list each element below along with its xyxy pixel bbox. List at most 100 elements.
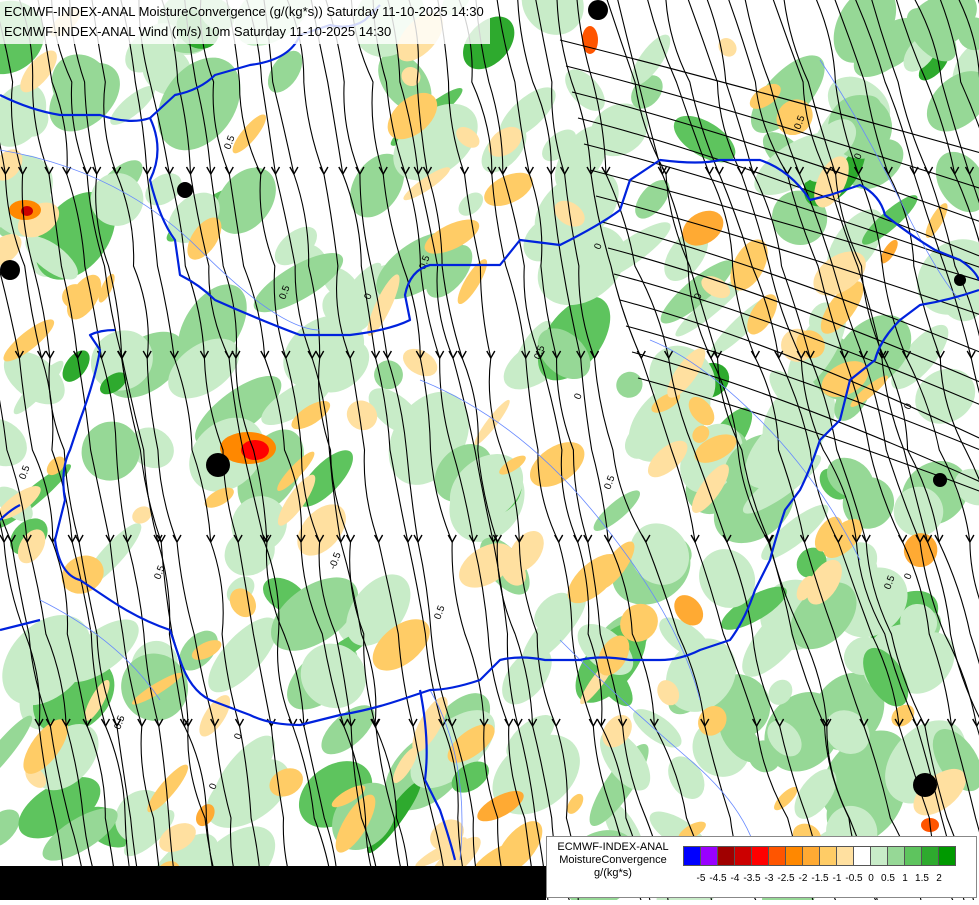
convergence-cell bbox=[925, 142, 979, 221]
streamline-arrow bbox=[225, 167, 233, 174]
legend-swatch bbox=[921, 846, 939, 866]
streamline-arrow bbox=[173, 535, 181, 542]
convergence-field-layer bbox=[0, 0, 979, 900]
legend-swatch bbox=[938, 846, 956, 866]
title-moisture-convergence: ECMWF-INDEX-ANAL MoistureConvergence (g/… bbox=[4, 2, 484, 22]
legend-tick: 1.5 bbox=[915, 873, 929, 884]
streamline-arrow bbox=[862, 535, 870, 542]
bottom-black-bar bbox=[0, 866, 546, 900]
streamline-arrow bbox=[337, 535, 345, 542]
legend-tick: -5 bbox=[697, 873, 706, 884]
divergence-cell bbox=[228, 110, 271, 157]
streamline-arrow bbox=[705, 167, 713, 174]
legend-swatch bbox=[836, 846, 854, 866]
streamline-arrow bbox=[409, 719, 417, 726]
legend-swatch bbox=[717, 846, 735, 866]
streamline-arrow bbox=[715, 167, 723, 174]
streamline-arrow bbox=[913, 719, 921, 726]
legend-tick: 1 bbox=[902, 873, 908, 884]
legend-swatch bbox=[802, 846, 820, 866]
contour-label: 0.5 bbox=[432, 604, 447, 621]
legend-tick: -1.5 bbox=[811, 873, 828, 884]
streamline-arrow bbox=[138, 719, 146, 726]
contour-label: 0.5 bbox=[112, 714, 127, 731]
legend-tick: -3.5 bbox=[743, 873, 760, 884]
convergence-cell bbox=[589, 485, 645, 536]
streamline-arrow bbox=[487, 351, 495, 358]
title-wind: ECMWF-INDEX-ANAL Wind (m/s) 10m Saturday… bbox=[4, 22, 484, 42]
legend-parameter-name: MoistureConvergence bbox=[549, 854, 677, 867]
convergence-cell bbox=[611, 367, 648, 403]
legend-tick-labels: -5-4.5-4-3.5-3-2.5-2-1.5-1-0.500.511.52 bbox=[683, 873, 979, 887]
streamline-arrow bbox=[165, 167, 173, 174]
streamline-arrow bbox=[899, 535, 907, 542]
streamline-arrow bbox=[83, 167, 91, 174]
streamline-arrow bbox=[967, 351, 975, 358]
streamline-convergence-point bbox=[177, 182, 193, 198]
streamline-arrow bbox=[375, 535, 383, 542]
color-legend: ECMWF-INDEX-ANAL MoistureConvergence g/(… bbox=[546, 836, 977, 898]
legend-swatch bbox=[700, 846, 718, 866]
streamline-arrow bbox=[461, 167, 469, 174]
legend-swatch bbox=[904, 846, 922, 866]
legend-swatch bbox=[853, 846, 871, 866]
streamline-arrow bbox=[436, 351, 444, 358]
streamline-arrow bbox=[93, 167, 101, 174]
streamline-arrow bbox=[574, 535, 582, 542]
legend-swatch bbox=[887, 846, 905, 866]
legend-swatch bbox=[683, 846, 701, 866]
legend-tick: 0 bbox=[868, 873, 874, 884]
convergence-cell bbox=[0, 409, 36, 476]
streamline-arrow bbox=[102, 719, 110, 726]
streamline-arrow bbox=[449, 351, 457, 358]
streamline-arrow bbox=[505, 719, 513, 726]
legend-swatch bbox=[785, 846, 803, 866]
legend-model-name: ECMWF-INDEX-ANAL bbox=[549, 841, 677, 854]
streamline-arrow bbox=[404, 535, 412, 542]
streamline-arrow bbox=[290, 167, 298, 174]
legend-swatch bbox=[870, 846, 888, 866]
streamline-arrow bbox=[236, 719, 244, 726]
divergence-cell bbox=[522, 433, 592, 496]
legend-tick: -4.5 bbox=[709, 873, 726, 884]
streamline-arrow bbox=[525, 167, 533, 174]
streamline-arrow bbox=[347, 535, 355, 542]
streamline-arrow bbox=[458, 351, 466, 358]
contour-label: 0 bbox=[902, 572, 914, 581]
legend-tick: -4 bbox=[731, 873, 740, 884]
streamline-arrow bbox=[514, 719, 522, 726]
streamline-arrow bbox=[75, 535, 83, 542]
legend-swatch bbox=[768, 846, 786, 866]
streamline-arrow bbox=[555, 535, 563, 542]
legend-unit: g/(kg*s) bbox=[549, 867, 677, 880]
contour-label: 0.5 bbox=[602, 474, 617, 491]
streamline-arrow bbox=[0, 535, 8, 542]
divergence-cell bbox=[194, 690, 237, 741]
legend-tick: -2.5 bbox=[777, 873, 794, 884]
contour-label: 0.5 bbox=[152, 564, 167, 581]
legend-swatch bbox=[819, 846, 837, 866]
map-title-box: ECMWF-INDEX-ANAL MoistureConvergence (g/… bbox=[0, 0, 490, 44]
map-canvas: 0.500.5-0.50.500.500.500.500.500.5000.50… bbox=[0, 0, 979, 900]
legend-tick: 0.5 bbox=[881, 873, 895, 884]
streamline-arrow bbox=[320, 167, 328, 174]
legend-swatch bbox=[751, 846, 769, 866]
streamline-arrow bbox=[589, 719, 597, 726]
legend-tick: 2 bbox=[936, 873, 942, 884]
contour-label: 0 bbox=[902, 402, 914, 411]
contour-label: -0.5 bbox=[327, 551, 343, 571]
convergence-cell bbox=[70, 410, 152, 493]
legend-tick: -0.5 bbox=[845, 873, 862, 884]
moisture-convergence-map[interactable]: 0.500.5-0.50.500.500.500.500.500.5000.50… bbox=[0, 0, 979, 900]
streamline-arrow bbox=[414, 535, 422, 542]
legend-tick: -2 bbox=[799, 873, 808, 884]
legend-tick: -3 bbox=[765, 873, 774, 884]
legend-color-scale bbox=[683, 846, 955, 866]
streamline-arrow bbox=[751, 351, 759, 358]
streamline-convergence-point bbox=[206, 453, 230, 477]
legend-title: ECMWF-INDEX-ANAL MoistureConvergence g/(… bbox=[549, 841, 677, 880]
streamline-arrow bbox=[448, 535, 456, 542]
legend-swatch bbox=[734, 846, 752, 866]
streamline-arrow bbox=[584, 535, 592, 542]
streamline-convergence-point bbox=[588, 0, 608, 20]
